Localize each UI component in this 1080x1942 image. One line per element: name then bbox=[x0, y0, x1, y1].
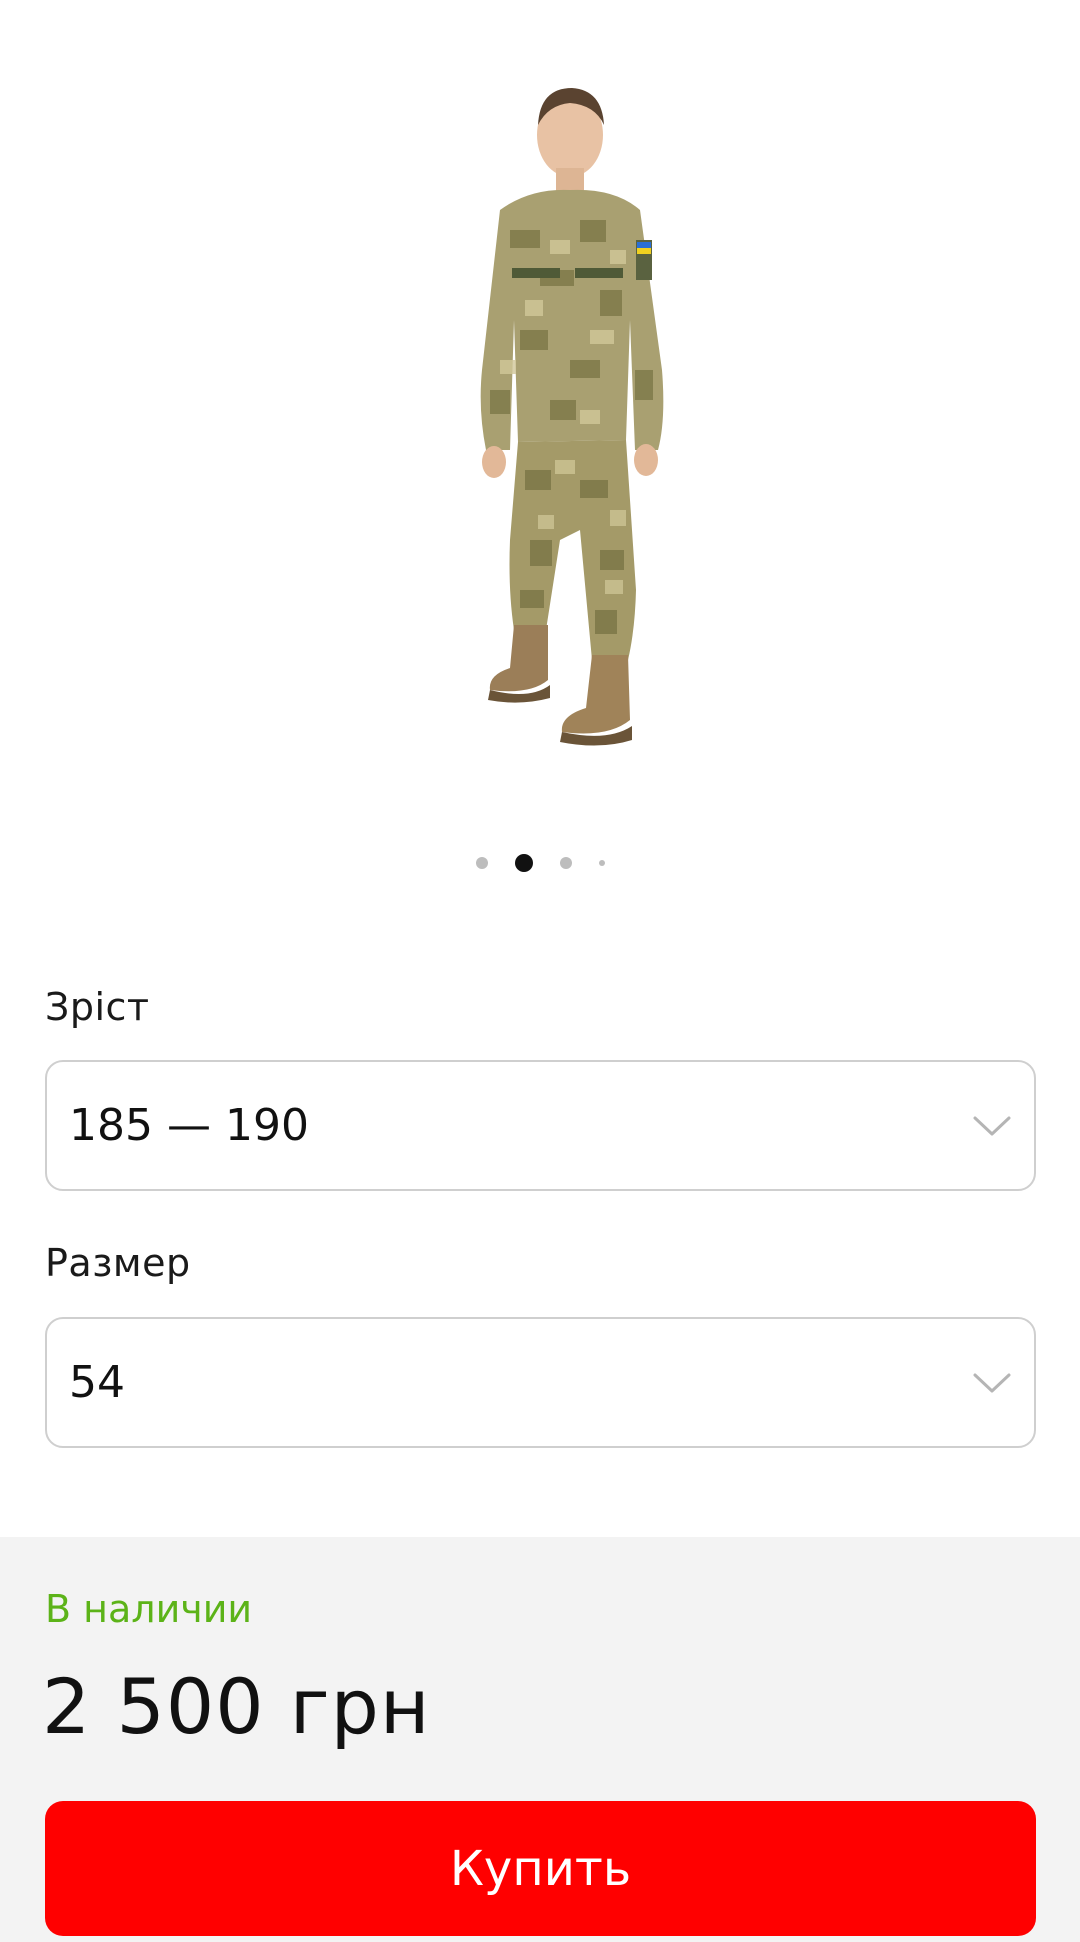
carousel-dot-active[interactable] bbox=[514, 854, 533, 872]
chevron-down-icon bbox=[973, 1373, 1011, 1392]
product-gallery[interactable] bbox=[0, 0, 1080, 900]
product-image[interactable] bbox=[430, 70, 730, 830]
buy-button[interactable]: Купить bbox=[45, 1801, 1036, 1936]
size-select[interactable]: 54 bbox=[45, 1317, 1036, 1448]
size-selected-value: 54 bbox=[69, 1357, 125, 1408]
size-label: Размер bbox=[45, 1241, 191, 1285]
product-page: Зріст 185 — 190 Размер 54 В наличии 2 50… bbox=[0, 0, 1080, 1942]
carousel-dot[interactable] bbox=[598, 860, 605, 866]
carousel-dot[interactable] bbox=[559, 857, 572, 869]
chevron-down-icon bbox=[973, 1116, 1011, 1135]
stock-status: В наличии bbox=[45, 1587, 253, 1631]
carousel-dot[interactable] bbox=[475, 857, 488, 869]
height-label: Зріст bbox=[45, 985, 150, 1029]
carousel-dots bbox=[0, 851, 1080, 875]
height-select[interactable]: 185 — 190 bbox=[45, 1060, 1036, 1191]
price: 2 500 грн bbox=[42, 1662, 431, 1751]
height-selected-value: 185 — 190 bbox=[69, 1100, 309, 1151]
purchase-panel: В наличии 2 500 грн Купить bbox=[0, 1537, 1080, 1942]
